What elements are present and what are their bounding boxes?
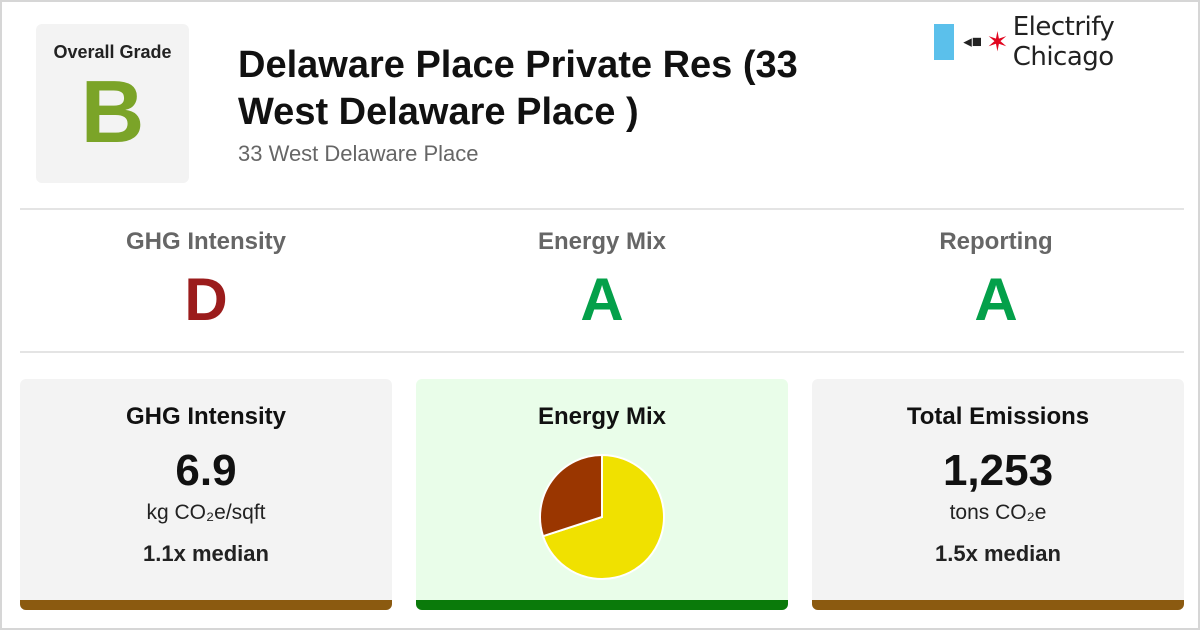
card-accent-bar bbox=[20, 600, 392, 610]
overall-grade-letter: B bbox=[80, 62, 145, 161]
card-energy-mix: Energy Mix bbox=[416, 379, 788, 610]
grade-label: Energy Mix bbox=[537, 228, 667, 255]
ghg-intensity-value: 6.9 bbox=[175, 446, 237, 495]
brand-name: Electrify Chicago bbox=[1012, 12, 1115, 72]
building-address: 33 West Delaware Place bbox=[238, 141, 479, 166]
plug-icon: ◂■ bbox=[963, 32, 983, 51]
ghg-intensity-median: 1.1x median bbox=[143, 541, 269, 566]
overall-grade-box: Overall Grade B bbox=[36, 24, 189, 183]
grade-reporting: Reporting A bbox=[800, 228, 1192, 332]
grade-letter: D bbox=[184, 266, 228, 333]
grade-letter: A bbox=[974, 266, 1018, 333]
total-emissions-median: 1.5x median bbox=[935, 541, 1061, 566]
overall-grade-label: Overall Grade bbox=[53, 42, 172, 62]
grade-label: Reporting bbox=[939, 228, 1053, 255]
card-title: GHG Intensity bbox=[125, 403, 287, 430]
total-emissions-value: 1,253 bbox=[942, 446, 1054, 495]
building-share-card: Overall Grade B Delaware Place Private R… bbox=[0, 0, 1200, 630]
card-title: Energy Mix bbox=[537, 403, 667, 430]
chicago-star-icon: ✶ bbox=[986, 26, 1009, 57]
card-title: Total Emissions bbox=[906, 403, 1090, 430]
ghg-intensity-unit: kg CO₂e/sqft bbox=[146, 501, 266, 524]
divider bbox=[20, 208, 1184, 210]
card-ghg-intensity: GHG Intensity 6.9 kg CO₂e/sqft 1.1x medi… bbox=[20, 379, 392, 610]
card-total-emissions: Total Emissions 1,253 tons CO₂e 1.5x med… bbox=[812, 379, 1184, 610]
grade-energy-mix: Energy Mix A bbox=[406, 228, 798, 332]
chicago-flag-icon bbox=[934, 24, 955, 60]
grade-letter: A bbox=[580, 266, 624, 333]
grade-label: GHG Intensity bbox=[125, 228, 287, 255]
energy-mix-pie-chart bbox=[539, 453, 665, 580]
divider bbox=[20, 351, 1184, 353]
total-emissions-unit: tons CO₂e bbox=[949, 501, 1047, 524]
card-accent-bar bbox=[416, 600, 788, 610]
grade-ghg-intensity: GHG Intensity D bbox=[10, 228, 402, 332]
card-accent-bar bbox=[812, 600, 1184, 610]
brand-logo[interactable]: ◂■ ✶ Electrify Chicago bbox=[934, 12, 1198, 72]
building-title: Delaware Place Private Res (33 West Dela… bbox=[238, 44, 798, 133]
